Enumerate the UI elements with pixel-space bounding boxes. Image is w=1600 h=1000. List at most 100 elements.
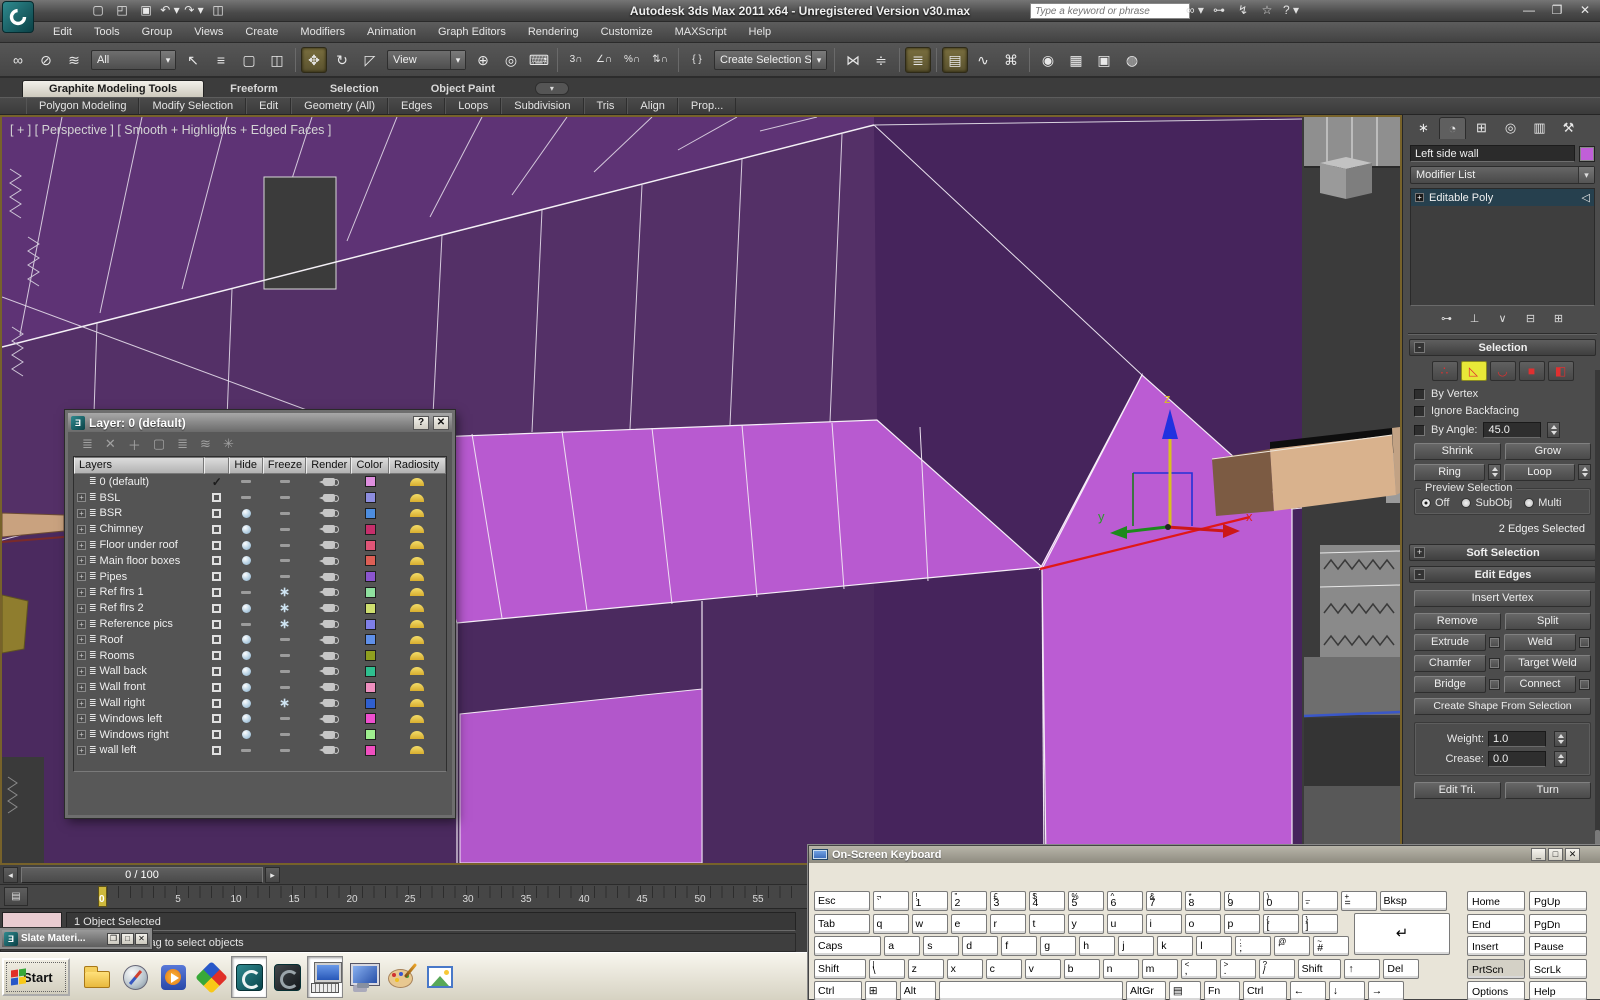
material-editor-icon[interactable]: ◉ [1035, 47, 1061, 73]
key-arrow-right[interactable]: → [1367, 981, 1404, 1000]
ribbon-panel-align[interactable]: Align [627, 98, 678, 114]
expand-icon[interactable]: + [77, 508, 86, 518]
key-j[interactable]: j [1118, 936, 1155, 956]
render-cell[interactable] [306, 604, 351, 613]
key-h[interactable]: h [1079, 936, 1116, 956]
radiosity-cell[interactable] [389, 620, 446, 629]
render-cell[interactable] [306, 525, 351, 534]
hide-cell[interactable] [230, 480, 263, 484]
key-q[interactable]: q [872, 913, 909, 934]
taskbar-on-screen-keyboard-icon[interactable] [307, 956, 343, 998]
column-header-render[interactable]: Render [306, 457, 352, 474]
key-n[interactable]: n [1102, 958, 1139, 979]
key-w[interactable]: w [911, 913, 948, 934]
freeze-cell[interactable] [263, 480, 306, 484]
key-arrow-down[interactable]: ↓ [1328, 981, 1365, 1000]
command-panel-scrollbar[interactable] [1595, 370, 1600, 865]
color-cell[interactable] [352, 539, 389, 551]
layer-row-bsr[interactable]: + ≣ BSR [74, 506, 446, 522]
layer-row-windows-right[interactable]: + ≣ Windows right [74, 727, 446, 743]
current-layer-cell[interactable] [204, 666, 230, 676]
percent-snap-icon[interactable]: %∩ [619, 47, 645, 73]
key-key[interactable]: @ ' [1274, 936, 1311, 956]
current-layer-cell[interactable] [204, 493, 230, 503]
key-3[interactable]: £3 [989, 891, 1026, 911]
key-k[interactable]: k [1157, 936, 1194, 956]
menu-modifiers[interactable]: Modifiers [289, 22, 356, 43]
modifier-list-dropdown[interactable]: Modifier List ▾ [1410, 166, 1595, 184]
taskbar-paint-icon[interactable] [383, 956, 419, 998]
selection-filter-dropdown[interactable]: All ▾ [91, 49, 176, 70]
ribbon-minimize-button[interactable]: ▾ [534, 82, 569, 95]
ribbon-panel-subdivision[interactable]: Subdivision [501, 98, 584, 114]
render-cell[interactable] [306, 651, 351, 660]
layer-row-bsl[interactable]: + ≣ BSL [74, 490, 446, 506]
key-alt[interactable]: Alt [899, 981, 936, 1000]
application-menu-button[interactable] [2, 1, 34, 33]
layer-row-floor-under-roof[interactable]: + ≣ Floor under roof [74, 537, 446, 553]
ribbon-panel-polygon-modeling[interactable]: Polygon Modeling [26, 98, 140, 114]
current-layer-cell[interactable] [204, 698, 230, 708]
color-cell[interactable] [352, 618, 389, 630]
current-layer-cell[interactable] [204, 603, 230, 613]
viewport-label[interactable]: [ + ] [ Perspective ] [ Smooth + Highlig… [10, 123, 331, 137]
freeze-cell[interactable] [263, 733, 306, 737]
expand-icon[interactable]: + [77, 682, 86, 692]
ribbon-panel-modify-selection[interactable]: Modify Selection [139, 98, 247, 114]
current-layer-cell[interactable] [204, 524, 230, 534]
angle-snap-icon[interactable]: ∠∩ [591, 47, 617, 73]
close-button[interactable]: ✕ [1576, 3, 1594, 18]
column-header-layers[interactable]: Layers [74, 457, 204, 474]
chamfer-settings-button[interactable] [1489, 658, 1500, 669]
key-ctrl[interactable]: Ctrl [814, 981, 862, 1000]
layer-row-roof[interactable]: + ≣ Roof [74, 632, 446, 648]
key-8[interactable]: * 8 [1184, 891, 1221, 911]
key-0[interactable]: ) 0 [1262, 891, 1299, 911]
key-i[interactable]: i [1145, 913, 1182, 934]
color-cell[interactable] [352, 665, 389, 677]
key-space[interactable] [938, 981, 1123, 1000]
hide-cell[interactable] [230, 508, 263, 518]
current-layer-cell[interactable] [204, 682, 230, 692]
current-layer-cell[interactable] [204, 540, 230, 550]
edit-edges-rollout-header[interactable]: - Edit Edges [1409, 566, 1596, 583]
curve-editor-icon[interactable]: ∿ [970, 47, 996, 73]
preview-radio-subobj[interactable]: SubObj [1461, 497, 1512, 509]
layer-dialog-help-button[interactable]: ? [413, 415, 429, 430]
add-to-layer-icon[interactable]: ＋ [128, 435, 141, 454]
key-esc[interactable]: Esc [814, 891, 870, 911]
key-key[interactable]: | \ [868, 958, 905, 979]
hide-cell[interactable] [230, 714, 263, 724]
color-cell[interactable] [352, 650, 389, 662]
render-cell[interactable] [306, 635, 351, 644]
key-key[interactable]: ~ # [1313, 936, 1350, 956]
color-cell[interactable] [352, 634, 389, 646]
connect-settings-button[interactable] [1579, 679, 1590, 690]
current-layer-cell[interactable] [204, 556, 230, 566]
use-pivot-point-icon[interactable]: ⊕ [470, 47, 496, 73]
select-object-icon[interactable]: ↖ [180, 47, 206, 73]
show-end-result-icon[interactable]: ⊥ [1465, 311, 1485, 327]
key-c[interactable]: c [985, 958, 1022, 979]
freeze-cell[interactable] [263, 685, 306, 689]
column-header-radiosity[interactable]: Radiosity [388, 457, 446, 474]
create-shape-button[interactable]: Create Shape From Selection [1414, 698, 1591, 715]
render-cell[interactable] [306, 730, 351, 739]
layer-properties-icon[interactable]: ≋ [200, 436, 211, 452]
menu-graph-editors[interactable]: Graph Editors [427, 22, 517, 43]
stack-expand-icon[interactable]: + [1415, 193, 1424, 202]
current-layer-cell[interactable] [204, 730, 230, 740]
key-help[interactable]: Help [1529, 981, 1587, 1000]
radiosity-cell[interactable] [389, 746, 446, 755]
select-and-scale-icon[interactable]: ◸ [357, 47, 383, 73]
shrink-button[interactable]: Shrink [1414, 443, 1501, 460]
subscription-key-icon[interactable]: ⊶ [1210, 2, 1228, 19]
by-vertex-checkbox[interactable] [1414, 388, 1425, 400]
layer-row-wall-back[interactable]: + ≣ Wall back [74, 664, 446, 680]
layer-row-chimney[interactable]: + ≣ Chimney [74, 521, 446, 537]
freeze-cell[interactable]: ∗ [263, 587, 306, 597]
render-cell[interactable] [306, 477, 351, 486]
layer-settings-icon[interactable]: ✳ [223, 436, 234, 452]
connect-button[interactable]: Connect [1504, 676, 1576, 693]
select-and-rotate-icon[interactable]: ↻ [329, 47, 355, 73]
